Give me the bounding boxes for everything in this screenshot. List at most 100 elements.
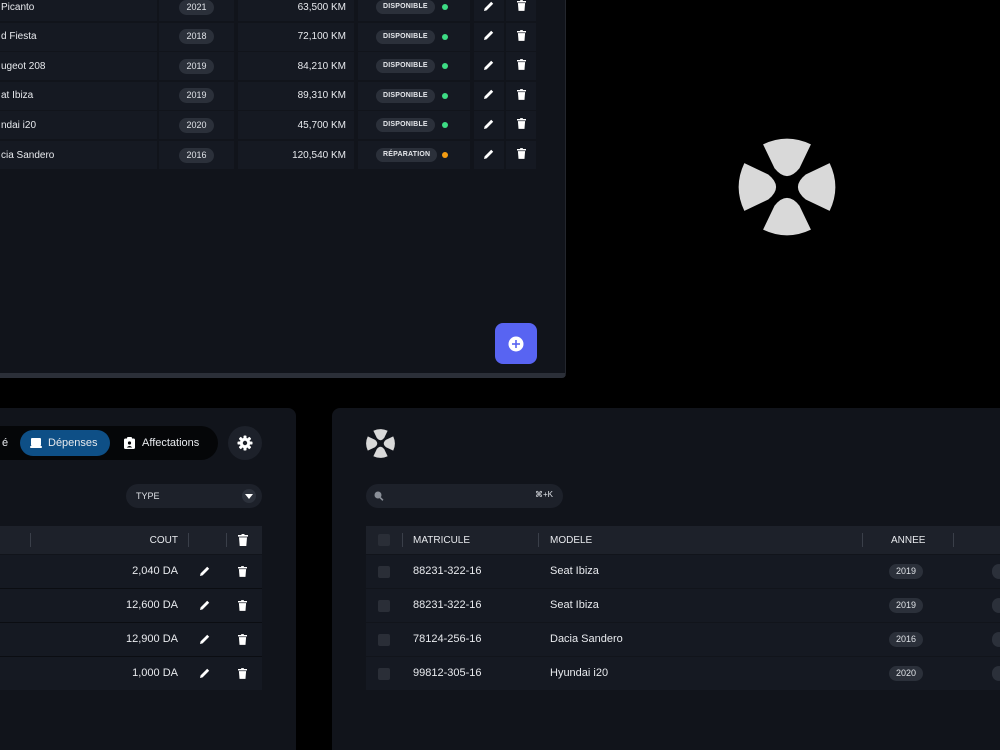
status-cell: DISPONIBLE: [358, 0, 470, 21]
trash-icon[interactable]: [516, 88, 526, 103]
tab-previous[interactable]: é: [0, 430, 16, 456]
brand-logo-small: [366, 429, 395, 458]
edit-cell: [474, 111, 504, 140]
pencil-icon[interactable]: [484, 149, 494, 162]
year-cell: 2016: [159, 141, 234, 169]
row-checkbox[interactable]: [378, 668, 390, 680]
add-vehicle-button[interactable]: [495, 323, 537, 364]
model-value: Dacia Sandero: [550, 633, 623, 645]
year-badge: 2020: [179, 117, 214, 133]
vehicles-panel: Picanto 2021 63,500 KM DISPONIBLE d Fiesta 20…: [0, 0, 566, 378]
keyboard-shortcut-hint: ⌘+K: [534, 490, 553, 499]
assignments-table-header: MATRICULE MODELE ANNEE: [366, 526, 1000, 554]
model-cell: ndai i20: [0, 111, 157, 140]
pencil-icon[interactable]: [484, 89, 494, 102]
delete-cell: [506, 111, 536, 140]
year-badge: 2019: [889, 564, 924, 579]
vehicle-row: cia Sandero 2016 120,540 KM RÉPARATION: [0, 141, 540, 170]
status-dot: [442, 4, 448, 10]
model-name: ndai i20: [1, 119, 37, 131]
expense-row: 12,600 DA: [0, 589, 262, 622]
assignment-row: 99812-305-16 Hyundai i20 2020: [366, 657, 1000, 690]
pencil-icon[interactable]: [484, 1, 494, 14]
row-checkbox[interactable]: [378, 600, 390, 612]
model-name: cia Sandero: [1, 149, 55, 161]
settings-button[interactable]: [228, 426, 262, 460]
column-divider: [862, 533, 863, 547]
trash-icon[interactable]: [516, 0, 526, 14]
mileage-cell: 72,100 KM: [238, 22, 354, 51]
assignment-row: 88231-322-16 Seat Ibiza 2019: [366, 589, 1000, 622]
status-cell: DISPONIBLE: [358, 81, 470, 110]
column-divider: [538, 533, 539, 547]
year-badge: 2021: [179, 0, 214, 15]
trash-icon[interactable]: [516, 118, 526, 132]
pencil-icon[interactable]: [484, 119, 494, 132]
status-badge: DISPONIBLE: [376, 88, 435, 103]
column-divider: [30, 533, 31, 547]
trash-icon[interactable]: [238, 634, 247, 645]
edit-cell: [474, 22, 504, 51]
model-name: at Ibiza: [1, 90, 34, 102]
trash-icon[interactable]: [238, 566, 247, 577]
section-tabs: é Dépenses Affectations: [0, 426, 218, 460]
column-divider: [953, 533, 954, 547]
mileage-cell: 84,210 KM: [238, 52, 354, 81]
brand-logo: [738, 138, 836, 236]
trash-icon[interactable]: [238, 534, 248, 546]
next-column-edge: [992, 632, 1000, 647]
status-cell: RÉPARATION: [358, 141, 470, 169]
pencil-icon[interactable]: [200, 600, 210, 610]
plate-value: 99812-305-16: [413, 667, 482, 679]
column-divider: [188, 533, 189, 547]
model-name: Picanto: [1, 1, 35, 13]
dropdown-circle-icon: [242, 489, 256, 503]
pencil-icon[interactable]: [484, 30, 494, 43]
select-value: TYPE: [136, 491, 160, 501]
year-badge: 2019: [179, 58, 214, 74]
year-badge: 2016: [889, 632, 924, 647]
pencil-icon[interactable]: [200, 566, 210, 576]
trash-icon[interactable]: [238, 600, 247, 611]
status-badge: DISPONIBLE: [376, 118, 435, 133]
mileage-value: 72,100 KM: [297, 31, 346, 43]
tab-label: Dépenses: [48, 437, 98, 449]
trash-icon[interactable]: [516, 29, 526, 44]
edit-cell: [474, 141, 504, 169]
gear-icon: [237, 435, 253, 451]
plate-value: 88231-322-16: [413, 599, 482, 611]
trash-icon[interactable]: [516, 148, 526, 162]
cost-value: 12,600 DA: [126, 599, 178, 611]
pencil-icon[interactable]: [484, 60, 494, 73]
pencil-icon[interactable]: [200, 634, 210, 644]
expense-row: 2,040 DA: [0, 555, 262, 588]
tab-affectations[interactable]: Affectations: [114, 430, 214, 456]
model-cell: ugeot 208: [0, 52, 157, 81]
trash-icon[interactable]: [516, 59, 526, 73]
model-value: Hyundai i20: [550, 667, 609, 679]
clipboard-user-icon: [124, 437, 135, 449]
status-cell: DISPONIBLE: [358, 111, 470, 140]
mileage-value: 63,500 KM: [297, 1, 346, 13]
status-dot: [442, 92, 448, 99]
mileage-value: 89,310 KM: [297, 90, 346, 102]
model-name: d Fiesta: [1, 31, 37, 43]
expenses-table-header: COUT: [0, 526, 262, 554]
pencil-icon[interactable]: [200, 668, 210, 678]
assignment-row: 78124-256-16 Dacia Sandero 2016: [366, 623, 1000, 656]
mileage-cell: 89,310 KM: [238, 81, 354, 110]
row-checkbox[interactable]: [378, 634, 390, 646]
search-input[interactable]: ⌘+K: [366, 484, 563, 508]
status-dot: [442, 63, 448, 70]
status-badge: DISPONIBLE: [376, 59, 435, 74]
plus-circle-icon: [508, 336, 524, 351]
row-checkbox[interactable]: [378, 566, 390, 578]
column-divider: [402, 533, 403, 547]
trash-icon[interactable]: [238, 668, 247, 679]
select-all-checkbox[interactable]: [378, 534, 390, 546]
vehicle-row: at Ibiza 2019 89,310 KM DISPONIBLE: [0, 81, 540, 111]
column-header-plate: MATRICULE: [413, 535, 471, 546]
year-badge: 2020: [889, 666, 924, 681]
type-filter-select[interactable]: TYPE: [126, 484, 262, 508]
tab-depenses[interactable]: Dépenses: [20, 430, 110, 456]
